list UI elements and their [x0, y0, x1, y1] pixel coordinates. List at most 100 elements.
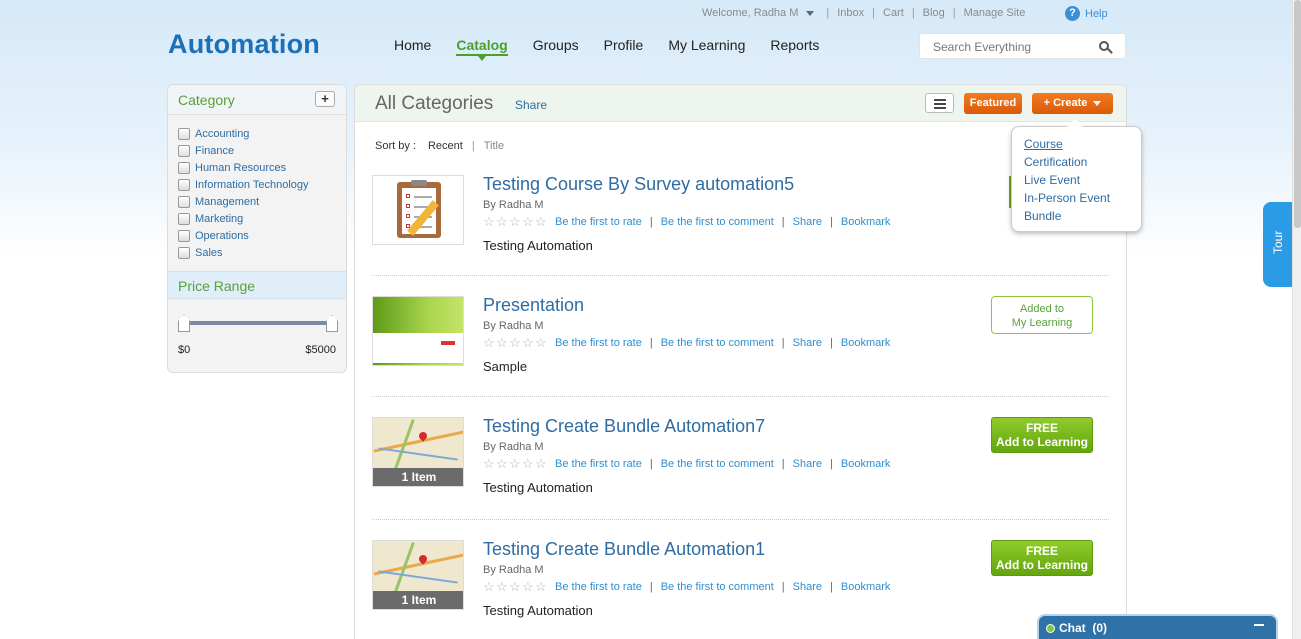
create-button[interactable]: + Create	[1032, 93, 1113, 114]
category-item-human-resources[interactable]: Human Resources	[178, 159, 336, 176]
bookmark-link[interactable]: Bookmark	[841, 216, 891, 228]
item-title[interactable]: Testing Create Bundle Automation1	[483, 539, 765, 560]
nav-reports[interactable]: Reports	[770, 37, 819, 56]
share-link[interactable]: Share	[793, 337, 822, 349]
added-to-learning-button[interactable]: Added to My Learning	[991, 296, 1093, 334]
category-item-operations[interactable]: Operations	[178, 227, 336, 244]
cart-link[interactable]: Cart	[883, 7, 904, 19]
bundle-count-badge: 1 Item	[373, 468, 463, 486]
sort-recent[interactable]: Recent	[428, 140, 463, 152]
category-item-management[interactable]: Management	[178, 193, 336, 210]
menu-item-live-event[interactable]: Live Event	[1024, 172, 1129, 190]
map-icon	[373, 541, 463, 593]
search-input[interactable]	[933, 40, 1093, 54]
menu-item-bundle[interactable]: Bundle	[1024, 208, 1129, 226]
site-logo[interactable]: Automation	[168, 29, 320, 60]
share-link[interactable]: Share	[793, 581, 822, 593]
rate-link[interactable]: Be the first to rate	[555, 581, 642, 593]
comment-link[interactable]: Be the first to comment	[661, 458, 774, 470]
chevron-down-icon	[1093, 100, 1102, 106]
item-actions: ☆ ☆ ☆ ☆ ☆ Be the first to rate | Be the first…	[483, 335, 891, 350]
category-item-accounting[interactable]: Accounting	[178, 125, 336, 142]
page-scrollbar[interactable]	[1292, 0, 1301, 639]
checkbox[interactable]	[178, 212, 190, 225]
blog-link[interactable]: Blog	[923, 7, 945, 19]
menu-item-certification[interactable]: Certification	[1024, 154, 1129, 172]
divider	[372, 519, 1109, 520]
checkbox[interactable]	[178, 178, 190, 191]
bookmark-link[interactable]: Bookmark	[841, 458, 891, 470]
rating-stars[interactable]: ☆ ☆ ☆ ☆ ☆	[483, 580, 548, 593]
category-item-marketing[interactable]: Marketing	[178, 210, 336, 227]
comment-link[interactable]: Be the first to comment	[661, 216, 774, 228]
bookmark-link[interactable]: Bookmark	[841, 581, 891, 593]
menu-item-course[interactable]: Course	[1024, 136, 1129, 154]
nav-profile[interactable]: Profile	[604, 37, 644, 56]
nav-groups[interactable]: Groups	[533, 37, 579, 56]
comment-link[interactable]: Be the first to comment	[661, 581, 774, 593]
nav-home[interactable]: Home	[394, 37, 431, 56]
list-view-button[interactable]	[925, 93, 954, 113]
rate-link[interactable]: Be the first to rate	[555, 458, 642, 470]
comment-link[interactable]: Be the first to comment	[661, 337, 774, 349]
list-item: 1 Item Testing Create Bundle Automation7…	[372, 416, 1109, 527]
item-author: By Radha M	[483, 564, 544, 576]
slider-min-handle[interactable]	[178, 315, 190, 332]
welcome-user-menu[interactable]: Welcome, Radha M	[702, 7, 798, 19]
add-to-learning-button[interactable]: FREE Add to Learning	[991, 417, 1093, 453]
presentation-thumbnail[interactable]	[372, 296, 464, 366]
chevron-down-icon[interactable]	[806, 10, 815, 16]
chat-bar[interactable]: Chat (0)	[1037, 614, 1278, 639]
page-title: All Categories	[375, 93, 494, 114]
search-box	[919, 33, 1126, 59]
create-dropdown-menu: Course Certification Live Event In-Perso…	[1011, 119, 1142, 232]
slider-track[interactable]	[184, 321, 332, 325]
scrollbar-thumb[interactable]	[1294, 0, 1301, 228]
rate-link[interactable]: Be the first to rate	[555, 216, 642, 228]
checkbox[interactable]	[178, 246, 190, 259]
featured-button[interactable]: Featured	[964, 93, 1022, 114]
search-icon[interactable]	[1099, 41, 1109, 51]
category-item-sales[interactable]: Sales	[178, 244, 336, 261]
share-link[interactable]: Share	[515, 98, 547, 112]
tour-label: Tour	[1271, 230, 1285, 254]
online-status-icon	[1046, 624, 1055, 633]
item-actions: ☆ ☆ ☆ ☆ ☆ Be the first to rate | Be the first…	[483, 456, 891, 471]
checkbox[interactable]	[178, 195, 190, 208]
checkbox[interactable]	[178, 229, 190, 242]
item-title[interactable]: Presentation	[483, 295, 584, 316]
map-icon	[373, 418, 463, 470]
course-thumbnail[interactable]	[372, 175, 464, 245]
category-item-information-technology[interactable]: Information Technology	[178, 176, 336, 193]
rate-link[interactable]: Be the first to rate	[555, 337, 642, 349]
help-link[interactable]: ? Help	[1065, 6, 1108, 21]
item-title[interactable]: Testing Course By Survey automation5	[483, 174, 794, 195]
nav-my-learning[interactable]: My Learning	[668, 37, 745, 56]
rating-stars[interactable]: ☆ ☆ ☆ ☆ ☆	[483, 457, 548, 470]
rating-stars[interactable]: ☆ ☆ ☆ ☆ ☆	[483, 336, 548, 349]
checkbox[interactable]	[178, 127, 190, 140]
share-link[interactable]: Share	[793, 216, 822, 228]
item-description: Testing Automation	[483, 238, 593, 253]
checkbox[interactable]	[178, 144, 190, 157]
rating-stars[interactable]: ☆ ☆ ☆ ☆ ☆	[483, 215, 548, 228]
tour-tab[interactable]: Tour	[1263, 202, 1294, 287]
add-to-learning-button[interactable]: FREE Add to Learning	[991, 540, 1093, 576]
inbox-link[interactable]: Inbox	[837, 7, 864, 19]
item-title[interactable]: Testing Create Bundle Automation7	[483, 416, 765, 437]
slider-max-handle[interactable]	[326, 315, 338, 332]
category-item-finance[interactable]: Finance	[178, 142, 336, 159]
manage-site-link[interactable]: Manage Site	[964, 7, 1026, 19]
bundle-thumbnail[interactable]: 1 Item	[372, 540, 464, 610]
bundle-thumbnail[interactable]: 1 Item	[372, 417, 464, 487]
expand-category-button[interactable]: +	[315, 91, 335, 107]
share-link[interactable]: Share	[793, 458, 822, 470]
sort-title[interactable]: Title	[484, 140, 504, 152]
help-label: Help	[1085, 7, 1108, 20]
minimize-icon[interactable]	[1254, 624, 1264, 626]
checkbox[interactable]	[178, 161, 190, 174]
nav-catalog[interactable]: Catalog	[456, 37, 508, 61]
divider	[372, 275, 1109, 276]
menu-item-in-person-event[interactable]: In-Person Event	[1024, 190, 1129, 208]
bookmark-link[interactable]: Bookmark	[841, 337, 891, 349]
